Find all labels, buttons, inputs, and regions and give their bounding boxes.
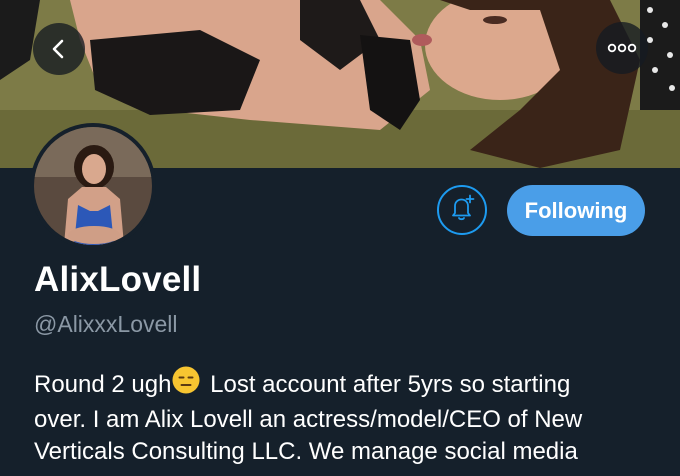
back-button[interactable]	[33, 23, 85, 75]
notifications-toggle-button[interactable]	[437, 185, 487, 235]
bio-line-2: over. I am Alix Lovell an actress/model/…	[34, 406, 583, 433]
following-button-label: Following	[524, 197, 628, 223]
bio-line-3: Verticals Consulting LLC. We manage soci…	[34, 438, 578, 465]
bio-line-1-text-end: Lost account after 5yrs so starting	[203, 371, 571, 398]
following-button[interactable]: Following	[507, 185, 645, 236]
more-horizontal-icon	[607, 43, 637, 53]
profile-screen: Following AlixLovell @AlixxxLovell Round…	[0, 0, 680, 476]
profile-bio: Round 2 ugh Lost account after 5yrs so s…	[34, 365, 664, 468]
more-options-button[interactable]	[596, 22, 648, 74]
bio-line-1-text-start: Round 2 ugh	[34, 371, 172, 398]
chevron-left-icon	[48, 38, 70, 60]
expressionless-face-emoji-icon	[171, 365, 201, 404]
profile-handle: @AlixxxLovell	[34, 311, 178, 337]
profile-avatar[interactable]	[30, 123, 156, 249]
notification-bell-plus-icon	[447, 193, 477, 228]
profile-display-name: AlixLovell	[34, 260, 202, 299]
bio-line-1: Round 2 ugh Lost account after 5yrs so s…	[34, 365, 664, 404]
